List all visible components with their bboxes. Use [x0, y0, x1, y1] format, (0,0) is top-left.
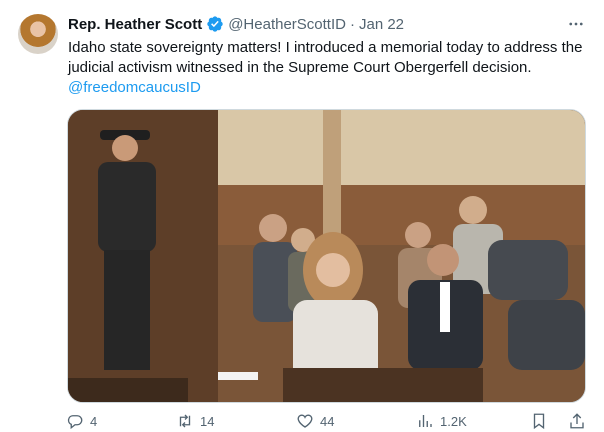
- like-count: 44: [320, 413, 335, 429]
- tweet-media-image[interactable]: [67, 109, 586, 403]
- views-count: 1.2K: [440, 413, 467, 429]
- verified-badge-icon: [206, 15, 224, 33]
- tweet-text: Idaho state sovereignty matters! I intro…: [68, 38, 588, 98]
- views-chart-icon: [419, 415, 432, 427]
- views-button[interactable]: 1.2K: [416, 412, 526, 430]
- share-button[interactable]: [568, 412, 586, 430]
- tweet-header: Rep. Heather Scott @HeatherScottID · Jan…: [68, 14, 404, 34]
- author-name[interactable]: Rep. Heather Scott: [68, 16, 202, 33]
- retweet-count: 14: [200, 413, 215, 429]
- secondary-actions: [530, 412, 586, 430]
- hearing-room-photo: [68, 110, 585, 402]
- share-icon: [570, 413, 584, 429]
- tweet-body: Idaho state sovereignty matters! I intro…: [68, 39, 583, 76]
- retweet-icon: [179, 414, 191, 428]
- tweet-actions: 4 14 44 1.2K: [66, 410, 586, 432]
- like-button[interactable]: 44: [296, 412, 416, 430]
- bookmark-icon: [533, 413, 545, 430]
- bookmark-button[interactable]: [530, 412, 548, 430]
- heart-icon: [297, 414, 313, 428]
- reply-button[interactable]: 4: [66, 412, 176, 430]
- retweet-button[interactable]: 14: [176, 412, 296, 430]
- tweet-date[interactable]: Jan 22: [359, 16, 404, 33]
- author-handle[interactable]: @HeatherScottID: [228, 16, 346, 33]
- more-options-icon[interactable]: [566, 14, 586, 34]
- avatar[interactable]: [18, 14, 58, 54]
- separator: ·: [349, 15, 355, 33]
- mention-link[interactable]: @freedomcaucusID: [68, 78, 588, 98]
- reply-count: 4: [90, 413, 98, 429]
- reply-icon: [67, 415, 83, 430]
- tweet-card: Rep. Heather Scott @HeatherScottID · Jan…: [0, 0, 604, 432]
